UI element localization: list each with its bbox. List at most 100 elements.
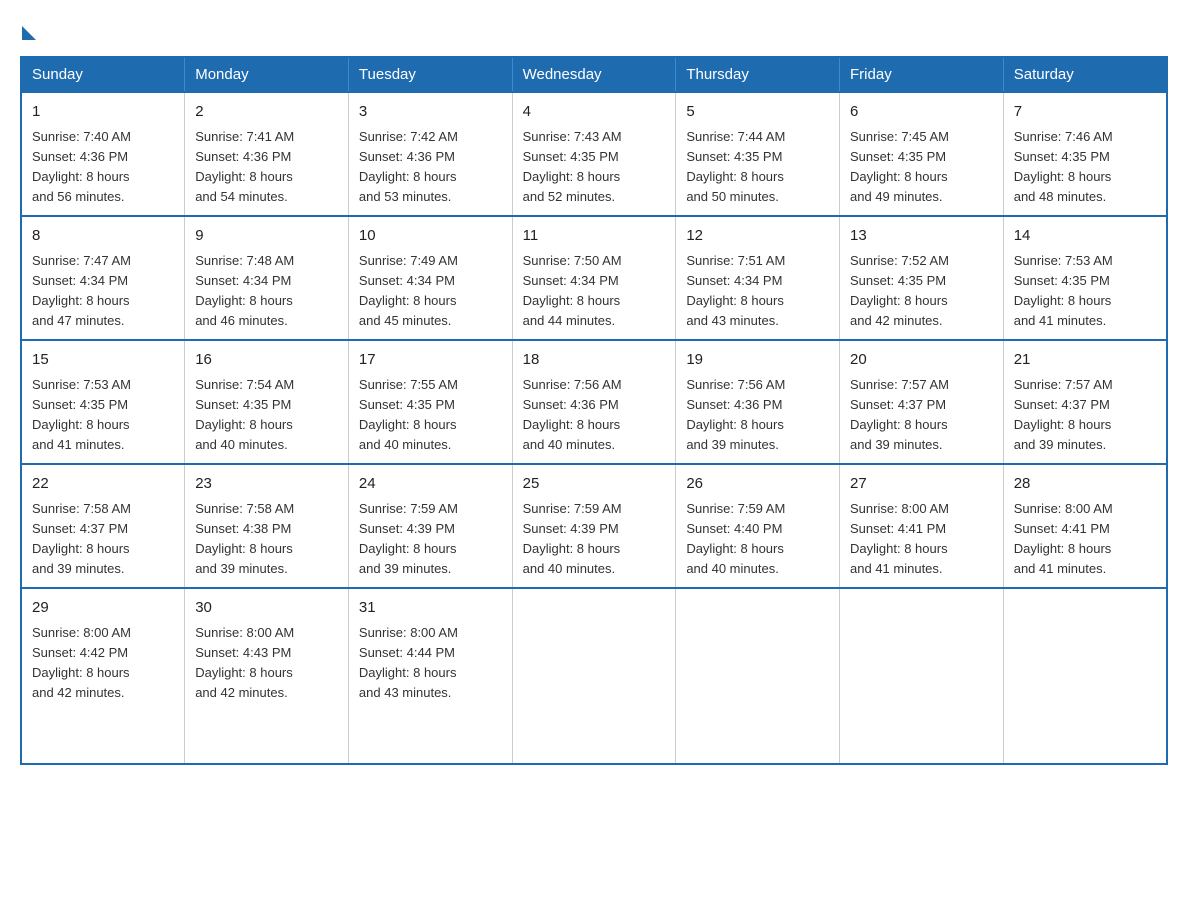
calendar-cell: 21Sunrise: 7:57 AMSunset: 4:37 PMDayligh…: [1003, 340, 1167, 464]
day-number: 27: [850, 473, 993, 496]
calendar-cell: 16 Sunrise: 7:54 AMSunset: 4:35 PMDayligh…: [185, 340, 349, 464]
day-info: Sunrise: 7:53 AMSunset: 4:35 PMDaylight:…: [32, 375, 174, 456]
day-number: 8: [32, 225, 174, 248]
day-info: Sunrise: 7:43 AMSunset: 4:35 PMDaylight:…: [523, 127, 666, 208]
day-number: 19: [686, 349, 829, 372]
calendar-cell: 30 Sunrise: 8:00 AMSunset: 4:43 PMDayligh…: [185, 588, 349, 764]
calendar-cell: 17 Sunrise: 7:55 AMSunset: 4:35 PMDayligh…: [348, 340, 512, 464]
logo: [20, 20, 36, 36]
calendar-cell: 8 Sunrise: 7:47 AMSunset: 4:34 PMDaylight…: [21, 216, 185, 340]
day-info: Sunrise: 7:59 AMSunset: 4:39 PMDaylight:…: [359, 499, 502, 580]
day-number: 15: [32, 349, 174, 372]
calendar-cell: 1 Sunrise: 7:40 AMSunset: 4:36 PMDaylight…: [21, 92, 185, 216]
day-info: Sunrise: 7:51 AMSunset: 4:34 PMDaylight:…: [686, 251, 829, 332]
day-info: Sunrise: 7:50 AMSunset: 4:34 PMDaylight:…: [523, 251, 666, 332]
day-info: Sunrise: 8:00 AMSunset: 4:42 PMDaylight:…: [32, 623, 174, 704]
day-number: 20: [850, 349, 993, 372]
day-number: 13: [850, 225, 993, 248]
day-number: 10: [359, 225, 502, 248]
calendar-cell: 19 Sunrise: 7:56 AMSunset: 4:36 PMDayligh…: [676, 340, 840, 464]
calendar-cell: 20Sunrise: 7:57 AMSunset: 4:37 PMDayligh…: [840, 340, 1004, 464]
calendar-cell: 27 Sunrise: 8:00 AMSunset: 4:41 PMDayligh…: [840, 464, 1004, 588]
day-number: 24: [359, 473, 502, 496]
calendar-cell: 26 Sunrise: 7:59 AMSunset: 4:40 PMDayligh…: [676, 464, 840, 588]
day-info: Sunrise: 7:55 AMSunset: 4:35 PMDaylight:…: [359, 375, 502, 456]
calendar-cell: 2 Sunrise: 7:41 AMSunset: 4:36 PMDaylight…: [185, 92, 349, 216]
day-number: 23: [195, 473, 338, 496]
header-sunday: Sunday: [21, 57, 185, 92]
day-info: Sunrise: 7:41 AMSunset: 4:36 PMDaylight:…: [195, 127, 338, 208]
calendar-cell: 12 Sunrise: 7:51 AMSunset: 4:34 PMDayligh…: [676, 216, 840, 340]
calendar-week-row: 15 Sunrise: 7:53 AMSunset: 4:35 PMDayligh…: [21, 340, 1167, 464]
calendar-cell: 28 Sunrise: 8:00 AMSunset: 4:41 PMDayligh…: [1003, 464, 1167, 588]
day-info: Sunrise: 7:54 AMSunset: 4:35 PMDaylight:…: [195, 375, 338, 456]
calendar-week-row: 22 Sunrise: 7:58 AMSunset: 4:37 PMDayligh…: [21, 464, 1167, 588]
day-info: Sunrise: 7:47 AMSunset: 4:34 PMDaylight:…: [32, 251, 174, 332]
day-number: 2: [195, 101, 338, 124]
calendar-cell: 5 Sunrise: 7:44 AMSunset: 4:35 PMDaylight…: [676, 92, 840, 216]
day-info: Sunrise: 7:57 AMSunset: 4:37 PMDaylight:…: [1014, 375, 1156, 456]
calendar-cell: 15 Sunrise: 7:53 AMSunset: 4:35 PMDayligh…: [21, 340, 185, 464]
calendar-cell: 10 Sunrise: 7:49 AMSunset: 4:34 PMDayligh…: [348, 216, 512, 340]
day-info: Sunrise: 8:00 AMSunset: 4:41 PMDaylight:…: [850, 499, 993, 580]
day-info: Sunrise: 7:44 AMSunset: 4:35 PMDaylight:…: [686, 127, 829, 208]
day-info: Sunrise: 7:46 AMSunset: 4:35 PMDaylight:…: [1014, 127, 1156, 208]
day-number: 9: [195, 225, 338, 248]
day-info: Sunrise: 7:59 AMSunset: 4:39 PMDaylight:…: [523, 499, 666, 580]
day-number: 25: [523, 473, 666, 496]
day-number: 31: [359, 597, 502, 620]
logo-arrow-icon: [22, 26, 36, 40]
calendar-cell: 4Sunrise: 7:43 AMSunset: 4:35 PMDaylight…: [512, 92, 676, 216]
day-number: 11: [523, 225, 666, 248]
calendar-cell: [512, 588, 676, 764]
day-info: Sunrise: 7:42 AMSunset: 4:36 PMDaylight:…: [359, 127, 502, 208]
calendar-cell: 3 Sunrise: 7:42 AMSunset: 4:36 PMDaylight…: [348, 92, 512, 216]
calendar-cell: 25 Sunrise: 7:59 AMSunset: 4:39 PMDayligh…: [512, 464, 676, 588]
day-info: Sunrise: 7:58 AMSunset: 4:37 PMDaylight:…: [32, 499, 174, 580]
day-number: 5: [686, 101, 829, 124]
day-info: Sunrise: 7:58 AMSunset: 4:38 PMDaylight:…: [195, 499, 338, 580]
calendar-header-row: SundayMondayTuesdayWednesdayThursdayFrid…: [21, 57, 1167, 92]
day-info: Sunrise: 7:59 AMSunset: 4:40 PMDaylight:…: [686, 499, 829, 580]
calendar-week-row: 1 Sunrise: 7:40 AMSunset: 4:36 PMDaylight…: [21, 92, 1167, 216]
calendar-cell: 18Sunrise: 7:56 AMSunset: 4:36 PMDayligh…: [512, 340, 676, 464]
day-number: 6: [850, 101, 993, 124]
day-number: 14: [1014, 225, 1156, 248]
day-number: 7: [1014, 101, 1156, 124]
calendar-cell: 7 Sunrise: 7:46 AMSunset: 4:35 PMDaylight…: [1003, 92, 1167, 216]
day-number: 18: [523, 349, 666, 372]
day-number: 16: [195, 349, 338, 372]
day-number: 30: [195, 597, 338, 620]
day-info: Sunrise: 7:56 AMSunset: 4:36 PMDaylight:…: [686, 375, 829, 456]
calendar-cell: 6 Sunrise: 7:45 AMSunset: 4:35 PMDaylight…: [840, 92, 1004, 216]
header-friday: Friday: [840, 57, 1004, 92]
calendar-cell: [676, 588, 840, 764]
calendar-cell: 24 Sunrise: 7:59 AMSunset: 4:39 PMDayligh…: [348, 464, 512, 588]
day-info: Sunrise: 8:00 AMSunset: 4:43 PMDaylight:…: [195, 623, 338, 704]
calendar-cell: 23 Sunrise: 7:58 AMSunset: 4:38 PMDayligh…: [185, 464, 349, 588]
day-number: 26: [686, 473, 829, 496]
day-number: 12: [686, 225, 829, 248]
day-info: Sunrise: 7:40 AMSunset: 4:36 PMDaylight:…: [32, 127, 174, 208]
day-number: 22: [32, 473, 174, 496]
day-number: 28: [1014, 473, 1156, 496]
day-info: Sunrise: 7:53 AMSunset: 4:35 PMDaylight:…: [1014, 251, 1156, 332]
day-info: Sunrise: 7:45 AMSunset: 4:35 PMDaylight:…: [850, 127, 993, 208]
calendar-week-row: 8 Sunrise: 7:47 AMSunset: 4:34 PMDaylight…: [21, 216, 1167, 340]
page-header: [20, 20, 1168, 36]
day-number: 17: [359, 349, 502, 372]
day-info: Sunrise: 8:00 AMSunset: 4:41 PMDaylight:…: [1014, 499, 1156, 580]
day-info: Sunrise: 7:49 AMSunset: 4:34 PMDaylight:…: [359, 251, 502, 332]
day-number: 1: [32, 101, 174, 124]
day-info: Sunrise: 7:52 AMSunset: 4:35 PMDaylight:…: [850, 251, 993, 332]
day-number: 3: [359, 101, 502, 124]
calendar-cell: 22 Sunrise: 7:58 AMSunset: 4:37 PMDayligh…: [21, 464, 185, 588]
header-wednesday: Wednesday: [512, 57, 676, 92]
calendar-cell: 14 Sunrise: 7:53 AMSunset: 4:35 PMDayligh…: [1003, 216, 1167, 340]
header-saturday: Saturday: [1003, 57, 1167, 92]
calendar-cell: [1003, 588, 1167, 764]
calendar-cell: [840, 588, 1004, 764]
calendar-week-row: 29Sunrise: 8:00 AMSunset: 4:42 PMDayligh…: [21, 588, 1167, 764]
calendar-cell: 29Sunrise: 8:00 AMSunset: 4:42 PMDayligh…: [21, 588, 185, 764]
header-thursday: Thursday: [676, 57, 840, 92]
